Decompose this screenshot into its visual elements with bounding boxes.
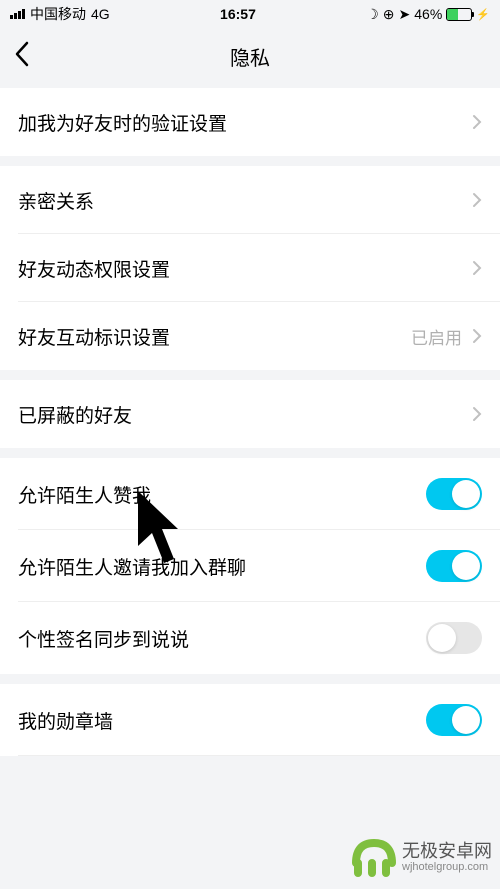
chevron-right-icon bbox=[472, 406, 482, 422]
row-blocked-friends[interactable]: 已屏蔽的好友 bbox=[0, 380, 500, 448]
row-label: 我的勋章墙 bbox=[18, 707, 113, 734]
carrier-text: 中国移动 bbox=[30, 4, 86, 24]
watermark-text: 无极安卓网 bbox=[402, 837, 492, 863]
toggle-sig-sync[interactable] bbox=[426, 622, 482, 654]
orientation-lock-icon: ⊕ bbox=[383, 6, 395, 23]
row-label: 亲密关系 bbox=[18, 187, 94, 214]
page-title: 隐私 bbox=[230, 42, 270, 71]
row-stranger-group: 允许陌生人邀请我加入群聊 bbox=[0, 530, 500, 602]
toggle-stranger-group[interactable] bbox=[426, 550, 482, 582]
chevron-left-icon bbox=[14, 41, 30, 67]
watermark-url: wjhotelgroup.com bbox=[402, 861, 488, 873]
status-time: 16:57 bbox=[220, 6, 256, 22]
status-right: ☽ ⊕ ➤ 46% ⚡ bbox=[366, 6, 490, 23]
row-interaction-badge[interactable]: 好友互动标识设置 已启用 bbox=[0, 302, 500, 370]
battery-icon bbox=[446, 8, 472, 21]
chevron-right-icon bbox=[472, 114, 482, 130]
signal-icon bbox=[10, 9, 25, 19]
settings-group-3: 已屏蔽的好友 bbox=[0, 380, 500, 448]
settings-group-4: 允许陌生人赞我 允许陌生人邀请我加入群聊 个性签名同步到说说 bbox=[0, 458, 500, 674]
row-label: 允许陌生人邀请我加入群聊 bbox=[18, 553, 246, 580]
row-friend-verify[interactable]: 加我为好友时的验证设置 bbox=[0, 88, 500, 156]
row-value: 已启用 bbox=[411, 324, 462, 349]
settings-group-5: 我的勋章墙 bbox=[0, 684, 500, 756]
battery-text: 46% bbox=[414, 6, 442, 22]
settings-group-2: 亲密关系 好友动态权限设置 好友互动标识设置 已启用 bbox=[0, 166, 500, 370]
row-feed-permission[interactable]: 好友动态权限设置 bbox=[0, 234, 500, 302]
row-intimate[interactable]: 亲密关系 bbox=[0, 166, 500, 234]
settings-group-1: 加我为好友时的验证设置 bbox=[0, 88, 500, 156]
row-label: 个性签名同步到说说 bbox=[18, 625, 189, 652]
nav-header: 隐私 bbox=[0, 28, 500, 84]
watermark-logo-icon bbox=[352, 833, 396, 877]
row-label: 加我为好友时的验证设置 bbox=[18, 109, 227, 136]
chevron-right-icon bbox=[472, 192, 482, 208]
row-stranger-like: 允许陌生人赞我 bbox=[0, 458, 500, 530]
row-label: 允许陌生人赞我 bbox=[18, 481, 151, 508]
status-left: 中国移动 4G bbox=[10, 4, 110, 24]
row-label: 已屏蔽的好友 bbox=[18, 401, 132, 428]
network-text: 4G bbox=[91, 6, 110, 22]
chevron-right-icon bbox=[472, 260, 482, 276]
location-icon: ➤ bbox=[399, 6, 411, 23]
row-medal-wall: 我的勋章墙 bbox=[0, 684, 500, 756]
charging-icon: ⚡ bbox=[476, 8, 490, 21]
moon-icon: ☽ bbox=[366, 6, 379, 23]
status-bar: 中国移动 4G 16:57 ☽ ⊕ ➤ 46% ⚡ bbox=[0, 0, 500, 28]
row-label: 好友动态权限设置 bbox=[18, 255, 170, 282]
back-button[interactable] bbox=[14, 41, 30, 72]
row-sig-sync: 个性签名同步到说说 bbox=[0, 602, 500, 674]
toggle-medal-wall[interactable] bbox=[426, 704, 482, 736]
chevron-right-icon bbox=[472, 328, 482, 344]
row-label: 好友互动标识设置 bbox=[18, 323, 170, 350]
watermark: 无极安卓网 wjhotelgroup.com bbox=[352, 833, 492, 877]
toggle-stranger-like[interactable] bbox=[426, 478, 482, 510]
